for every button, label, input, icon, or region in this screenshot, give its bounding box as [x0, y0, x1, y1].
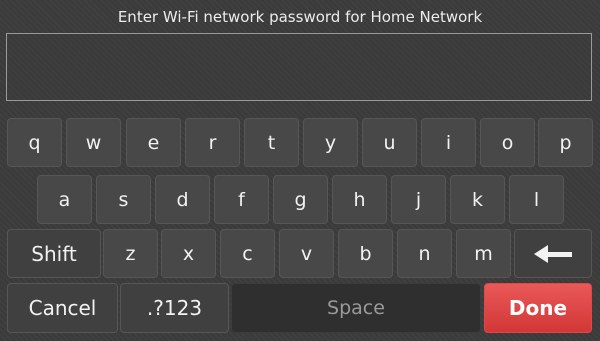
key-j[interactable]: j: [391, 175, 446, 224]
key-h[interactable]: h: [332, 175, 387, 224]
key-y[interactable]: y: [303, 118, 358, 167]
key-k[interactable]: k: [450, 175, 505, 224]
numbers-symbols-key[interactable]: .?123: [120, 283, 229, 333]
key-n[interactable]: n: [397, 229, 452, 278]
key-z[interactable]: z: [103, 229, 158, 278]
backspace-key[interactable]: [514, 229, 592, 278]
key-a[interactable]: a: [37, 175, 92, 224]
key-f[interactable]: f: [214, 175, 269, 224]
key-g[interactable]: g: [273, 175, 328, 224]
key-x[interactable]: x: [161, 229, 216, 278]
shift-key[interactable]: Shift: [7, 229, 101, 278]
key-d[interactable]: d: [155, 175, 210, 224]
key-o[interactable]: o: [480, 118, 535, 167]
key-b[interactable]: b: [338, 229, 393, 278]
key-p[interactable]: p: [538, 118, 593, 167]
key-s[interactable]: s: [96, 175, 151, 224]
key-v[interactable]: v: [279, 229, 334, 278]
password-input[interactable]: [6, 33, 592, 101]
key-e[interactable]: e: [126, 118, 181, 167]
key-t[interactable]: t: [244, 118, 299, 167]
key-r[interactable]: r: [185, 118, 240, 167]
key-m[interactable]: m: [456, 229, 511, 278]
key-u[interactable]: u: [362, 118, 417, 167]
key-w[interactable]: w: [66, 118, 121, 167]
key-i[interactable]: i: [421, 118, 476, 167]
password-prompt: Enter Wi-Fi network password for Home Ne…: [117, 8, 483, 26]
key-l[interactable]: l: [509, 175, 564, 224]
key-q[interactable]: q: [7, 118, 62, 167]
done-button[interactable]: Done: [484, 283, 592, 333]
space-key[interactable]: Space: [231, 283, 481, 333]
cancel-button[interactable]: Cancel: [7, 283, 118, 333]
key-c[interactable]: c: [220, 229, 275, 278]
left-arrow-icon: [534, 243, 572, 265]
